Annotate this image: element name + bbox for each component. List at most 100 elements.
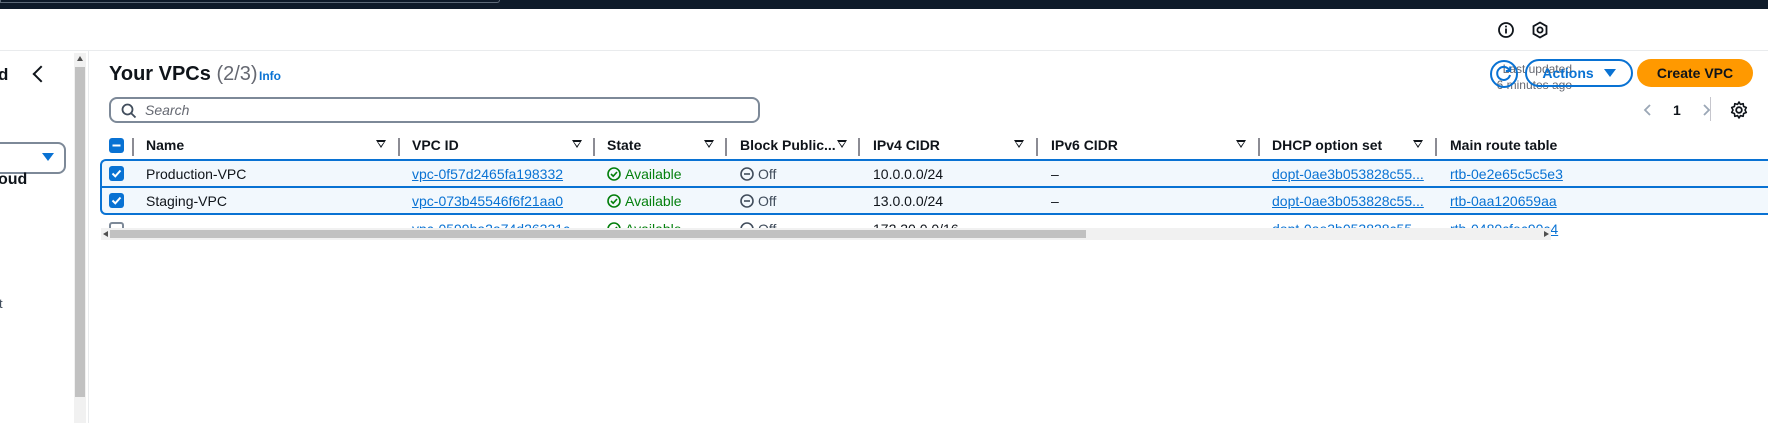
cell-name: Production-VPC [146,165,247,182]
page-number[interactable]: 1 [1673,102,1681,118]
table-header: Name VPC ID State Block Public... IPv4 C… [100,131,1768,159]
column-separator[interactable] [593,138,595,156]
sidenav-item-fragment[interactable]: oud [0,171,27,189]
cell-dhcp-option-set: dopt-0ae3b053828c55... [1272,161,1424,186]
stopped-icon [740,193,754,208]
table-row[interactable]: Production-VPC vpc-0f57d2465fa198332 Ava… [100,159,1768,187]
info-icon[interactable] [1496,20,1516,40]
row-checkbox[interactable] [109,193,124,208]
column-separator[interactable] [398,138,400,156]
stopped-icon [740,166,754,181]
cell-block-public-access: Off [740,161,776,186]
actions-label: Actions [1542,65,1594,81]
gear-icon[interactable] [1729,100,1749,120]
page-title: Your VPCs (2/3) [109,63,258,86]
state-text: Available [625,192,682,209]
scroll-up-icon[interactable] [77,56,83,61]
info-link[interactable]: Info [259,69,281,83]
search-box[interactable] [109,97,760,123]
selection-count: (2/3) [216,63,258,85]
main-content: Your VPCs (2/3) Info Last updated 6 minu… [89,51,1768,423]
check-icon [111,196,122,205]
cell-main-route-table: rtb-0e2e65c5c5e3 [1450,161,1563,186]
refresh-icon [1496,65,1512,81]
sort-icon[interactable] [1236,140,1246,148]
sort-icon[interactable] [1413,140,1423,148]
pagination: 1 [1641,98,1713,122]
column-separator[interactable] [1258,138,1260,156]
vpc-id-link[interactable]: vpc-073b45546f6f21aa0 [412,193,563,209]
cell-state: Available [607,161,682,186]
horizontal-scrollbar[interactable] [101,228,1551,240]
caret-down-icon [1603,69,1616,77]
sort-icon[interactable] [572,140,582,148]
column-separator[interactable] [132,138,134,156]
sort-icon[interactable] [376,140,386,148]
column-separator[interactable] [1435,138,1437,156]
column-header-dhcp-option-set[interactable]: DHCP option set [1272,131,1434,159]
column-separator[interactable] [725,138,727,156]
cell-main-route-table: rtb-0aa120659aa [1450,188,1557,213]
sort-icon[interactable] [1014,140,1024,148]
cell-ipv4-cidr: 13.0.0.0/24 [873,192,944,209]
row-checkbox[interactable] [109,166,124,181]
column-header-main-route-table[interactable]: Main route table [1450,131,1610,159]
column-header-state[interactable]: State [607,131,725,159]
column-header-ipv6-cidr[interactable]: IPv6 CIDR [1051,131,1258,159]
column-header-block-public-access[interactable]: Block Public... [740,131,856,159]
column-header-name[interactable]: Name [146,131,396,159]
vertical-scrollbar[interactable] [74,53,86,423]
top-navigation-bar [0,0,1768,9]
select-all-checkbox[interactable] [109,138,124,153]
cell-state: Available [607,188,682,213]
create-vpc-button[interactable]: Create VPC [1637,59,1753,87]
column-header-ipv4-cidr[interactable]: IPv4 CIDR [873,131,1035,159]
create-vpc-label: Create VPC [1656,65,1734,81]
column-separator[interactable] [1036,138,1038,156]
chevron-left-icon[interactable] [1641,103,1655,117]
block-text: Off [758,192,777,209]
indeterminate-icon [112,144,121,147]
title-text: Your VPCs [109,63,211,85]
route-table-link[interactable]: rtb-0aa120659aa [1450,193,1557,209]
settings-hex-icon[interactable] [1530,20,1550,40]
cell-dhcp-option-set: dopt-0ae3b053828c55... [1272,188,1424,213]
side-navigation: d oud t [0,51,72,423]
scroll-left-icon[interactable] [103,231,108,237]
scroll-thumb[interactable] [75,67,85,397]
cell-ipv6-cidr: – [1051,165,1059,182]
cell-name: Staging-VPC [146,192,227,209]
sidenav-title-fragment: d [0,65,9,84]
cell-block-public-access: Off [740,188,776,213]
state-text: Available [625,165,682,182]
actions-dropdown-button[interactable]: Actions [1525,59,1633,87]
column-header-vpc-id[interactable]: VPC ID [412,131,592,159]
sort-icon[interactable] [837,140,847,148]
route-table-link[interactable]: rtb-0e2e65c5c5e3 [1450,166,1563,182]
refresh-button[interactable] [1490,60,1518,88]
horizontal-scroll-thumb[interactable] [110,230,1086,238]
cell-vpc-id: vpc-0f57d2465fa198332 [412,161,563,186]
region-select[interactable] [0,142,66,174]
column-separator[interactable] [858,138,860,156]
cell-ipv4-cidr: 10.0.0.0/24 [873,165,944,182]
utility-bar [0,9,1768,51]
collapse-nav-icon[interactable] [32,65,50,83]
search-input[interactable] [145,101,745,119]
pager-divider [1710,97,1711,121]
sidenav-link-fragment[interactable]: t [0,296,3,311]
search-icon [121,103,137,119]
block-text: Off [758,165,777,182]
success-check-icon [607,166,621,181]
table-row[interactable]: Staging-VPC vpc-073b45546f6f21aa0 Availa… [100,187,1768,215]
scroll-right-icon[interactable] [1544,231,1549,237]
vpc-id-link[interactable]: vpc-0f57d2465fa198332 [412,166,563,182]
dhcp-link[interactable]: dopt-0ae3b053828c55... [1272,166,1424,182]
cell-ipv6-cidr: – [1051,192,1059,209]
dhcp-link[interactable]: dopt-0ae3b053828c55... [1272,193,1424,209]
sort-icon[interactable] [704,140,714,148]
global-search-edge[interactable] [0,0,500,3]
cell-vpc-id: vpc-073b45546f6f21aa0 [412,188,563,213]
check-icon [111,169,122,178]
chevron-down-icon [42,153,54,161]
